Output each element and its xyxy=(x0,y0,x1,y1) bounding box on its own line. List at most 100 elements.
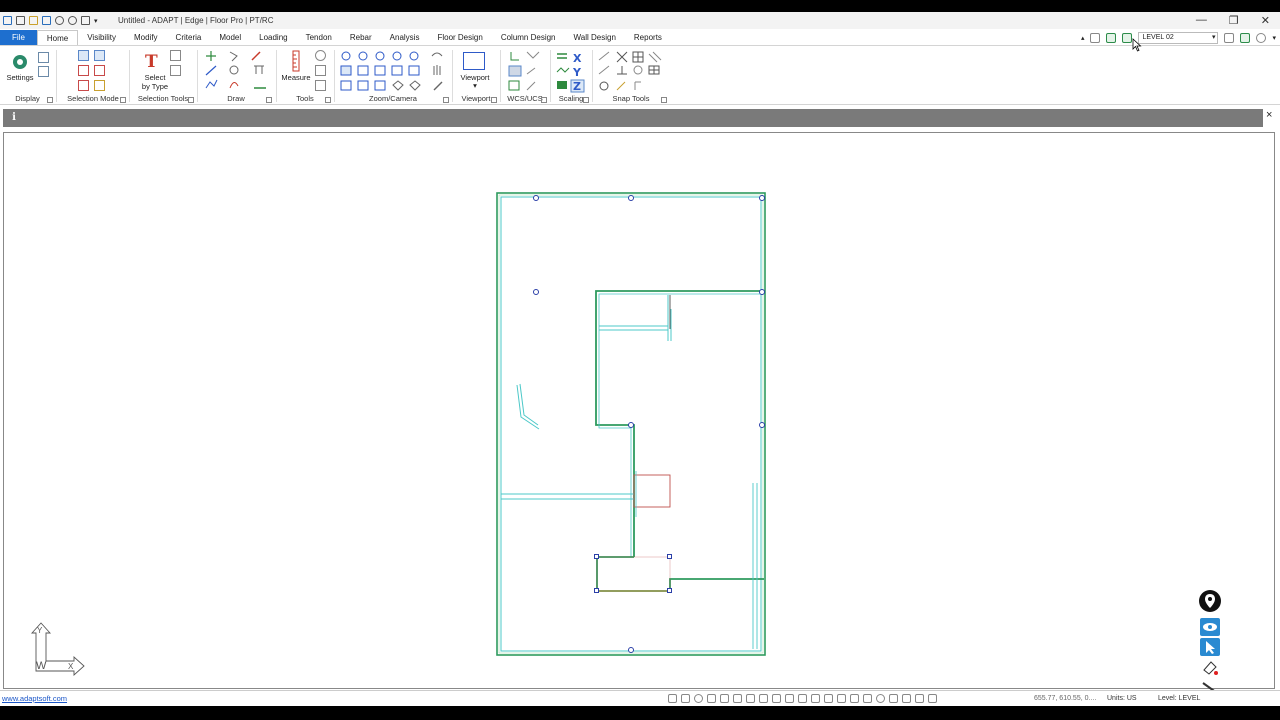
settings-label[interactable]: Settings xyxy=(4,74,36,82)
status-zoom-icon[interactable] xyxy=(824,694,833,703)
level-select[interactable]: LEVEL 02 ▾ xyxy=(1138,31,1219,44)
status-line2-icon[interactable] xyxy=(681,694,690,703)
scaling-icons[interactable]: X Y Z xyxy=(555,50,587,94)
tab-rebar[interactable]: Rebar xyxy=(341,30,381,45)
scaling-expand-icon[interactable] xyxy=(583,97,589,103)
tab-loading[interactable]: Loading xyxy=(250,30,296,45)
inner-wall[interactable] xyxy=(595,290,764,592)
status-view1-icon[interactable] xyxy=(785,694,794,703)
units-indicator[interactable]: Units: US xyxy=(1107,695,1137,702)
print-icon[interactable] xyxy=(81,16,90,25)
status-grid2-icon[interactable] xyxy=(772,694,781,703)
zoom-camera-icons[interactable] xyxy=(339,50,447,94)
wcs-ucs-icons[interactable] xyxy=(507,50,543,94)
status-eye-icon[interactable] xyxy=(902,694,911,703)
model-viewport[interactable]: Y W X xyxy=(3,132,1275,689)
tab-reports[interactable]: Reports xyxy=(625,30,671,45)
new-file-icon[interactable] xyxy=(16,16,25,25)
draw-tools-icons[interactable] xyxy=(204,50,270,94)
snap-tools-icons[interactable] xyxy=(597,50,665,94)
status-brush-icon[interactable] xyxy=(889,694,898,703)
status-view2-icon[interactable] xyxy=(798,694,807,703)
app-logo-icon[interactable] xyxy=(3,16,12,25)
status-ortho-icon[interactable] xyxy=(759,694,768,703)
status-perp-icon[interactable] xyxy=(720,694,729,703)
select-by-type-icon[interactable]: T xyxy=(143,51,163,71)
select-add-icon[interactable] xyxy=(78,80,89,91)
wcs-ucs-expand-icon[interactable] xyxy=(541,97,547,103)
viewport-button-icon[interactable] xyxy=(463,52,485,70)
select-fence-icon[interactable] xyxy=(78,65,89,76)
select-polygon-icon[interactable] xyxy=(94,65,105,76)
tab-column-design[interactable]: Column Design xyxy=(492,30,565,45)
tools-expand-icon[interactable] xyxy=(325,97,331,103)
select-window-icon[interactable] xyxy=(78,50,89,61)
status-tangent-icon[interactable] xyxy=(746,694,755,703)
measure-label[interactable]: Measure xyxy=(277,74,315,82)
floor-plan-drawing[interactable] xyxy=(4,133,1274,688)
tab-model[interactable]: Model xyxy=(210,30,250,45)
selection-mode-expand-icon[interactable] xyxy=(120,97,126,103)
help-dropdown-icon[interactable]: ▾ xyxy=(1272,34,1276,42)
measure-ruler-icon[interactable] xyxy=(289,50,303,72)
layers-icon[interactable] xyxy=(1090,32,1101,43)
viewport-expand-icon[interactable] xyxy=(491,97,497,103)
tab-floor-design[interactable]: Floor Design xyxy=(428,30,491,45)
select-filter-icon[interactable] xyxy=(170,65,181,76)
status-line-icon[interactable] xyxy=(668,694,677,703)
quick-access-dropdown-icon[interactable]: ▾ xyxy=(94,17,98,25)
tab-file[interactable]: File xyxy=(0,30,37,45)
status-cross-icon[interactable] xyxy=(707,694,716,703)
info-bar-close-button[interactable]: × xyxy=(1266,109,1272,121)
select-remove-icon[interactable] xyxy=(94,80,105,91)
level-down-icon[interactable] xyxy=(1122,32,1133,43)
select-crossing-icon[interactable] xyxy=(94,50,105,61)
undo-icon[interactable] xyxy=(55,16,64,25)
status-circle-icon[interactable] xyxy=(694,694,703,703)
tab-home[interactable]: Home xyxy=(36,30,79,45)
tab-analysis[interactable]: Analysis xyxy=(381,30,429,45)
status-pen-icon[interactable] xyxy=(837,694,846,703)
status-grid-icon[interactable] xyxy=(733,694,742,703)
status-check-icon[interactable] xyxy=(863,694,872,703)
status-text-icon[interactable] xyxy=(850,694,859,703)
redo-icon[interactable] xyxy=(68,16,77,25)
adaptsoft-link[interactable]: www.adaptsoft.com xyxy=(2,694,67,703)
display-layers-icon[interactable] xyxy=(38,52,49,63)
display-pattern-icon[interactable] xyxy=(38,66,49,77)
area-icon[interactable] xyxy=(315,80,326,91)
select-by-type-label-2[interactable]: by Type xyxy=(132,83,178,91)
location-pin-icon[interactable] xyxy=(315,50,326,61)
help-icon[interactable] xyxy=(1256,32,1267,43)
open-folder-icon[interactable] xyxy=(29,16,38,25)
minimize-button[interactable]: — xyxy=(1196,14,1207,27)
tab-wall-design[interactable]: Wall Design xyxy=(565,30,625,45)
draw-expand-icon[interactable] xyxy=(266,97,272,103)
status-view3-icon[interactable] xyxy=(811,694,820,703)
interior-beams[interactable] xyxy=(501,295,758,649)
3d-view-icon[interactable] xyxy=(1240,32,1251,43)
model-nodes[interactable] xyxy=(533,195,765,653)
eraser-icon[interactable] xyxy=(1200,658,1220,676)
angle-icon[interactable] xyxy=(315,65,326,76)
location-pin-button-icon[interactable] xyxy=(1199,590,1221,612)
status-pin-icon[interactable] xyxy=(915,694,924,703)
eye-icon[interactable] xyxy=(1200,618,1220,636)
status-box-icon[interactable] xyxy=(928,694,937,703)
status-target-icon[interactable] xyxy=(876,694,885,703)
settings-gear-icon[interactable] xyxy=(10,52,30,72)
save-icon[interactable] xyxy=(42,16,51,25)
select-cursor-icon[interactable] xyxy=(1200,638,1220,656)
tab-modify[interactable]: Modify xyxy=(125,30,167,45)
tab-tendon[interactable]: Tendon xyxy=(297,30,341,45)
close-button[interactable]: ✕ xyxy=(1261,14,1270,27)
select-similar-icon[interactable] xyxy=(170,50,181,61)
view-grid-icon[interactable] xyxy=(1224,32,1235,43)
selection-tools-expand-icon[interactable] xyxy=(188,97,194,103)
snap-tools-expand-icon[interactable] xyxy=(661,97,667,103)
tab-visibility[interactable]: Visibility xyxy=(78,30,125,45)
level-up-icon[interactable] xyxy=(1106,32,1117,43)
tab-criteria[interactable]: Criteria xyxy=(167,30,211,45)
collapse-ribbon-icon[interactable]: ▴ xyxy=(1081,34,1085,42)
display-expand-icon[interactable] xyxy=(47,97,53,103)
